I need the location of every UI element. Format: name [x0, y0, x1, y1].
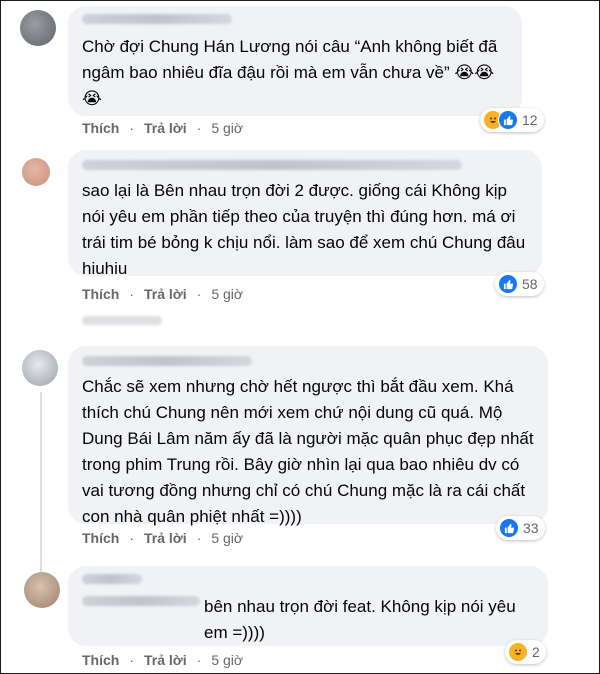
like-button[interactable]: Thích: [82, 120, 119, 136]
reaction-summary[interactable]: 12: [480, 108, 544, 132]
comment-text: Chắc sẽ xem nhưng chờ hết ngược thì bắt …: [82, 377, 534, 526]
comment-actions: Thích · Trả lời · 5 giờ: [82, 652, 243, 668]
author-name-blurred[interactable]: [82, 574, 142, 584]
comment-text: sao lại là Bên nhau trọn đời 2 được. giố…: [82, 181, 526, 278]
tagged-name-blurred[interactable]: [82, 596, 200, 606]
reaction-summary[interactable]: 58: [495, 272, 544, 296]
separator-dot: ·: [196, 530, 202, 546]
avatar[interactable]: [22, 350, 58, 386]
avatar[interactable]: [20, 10, 56, 46]
avatar[interactable]: [22, 158, 50, 186]
reaction-count: 2: [532, 644, 540, 660]
timestamp[interactable]: 5 giờ: [211, 530, 243, 546]
author-name-blurred[interactable]: [82, 160, 462, 170]
separator-dot: ·: [196, 120, 202, 136]
reply-button[interactable]: Trả lời: [144, 652, 187, 668]
comment-actions: Thích · Trả lời · 5 giờ: [82, 286, 243, 302]
comment-bubble: bên nhau trọn đời feat. Không kịp nói yê…: [68, 566, 548, 646]
haha-icon: [508, 642, 528, 662]
like-icon: [498, 110, 518, 130]
reaction-summary[interactable]: 2: [505, 640, 546, 664]
comment-bubble: Chờ đợi Chung Hán Lương nói câu “Anh khô…: [68, 6, 522, 116]
like-button[interactable]: Thích: [82, 652, 119, 668]
reaction-summary[interactable]: 33: [496, 516, 545, 540]
separator-dot: ·: [196, 286, 202, 302]
reaction-count: 33: [523, 520, 539, 536]
reply-button[interactable]: Trả lời: [144, 120, 187, 136]
avatar[interactable]: [24, 572, 60, 608]
reply-button[interactable]: Trả lời: [144, 530, 187, 546]
reaction-count: 58: [522, 276, 538, 292]
separator-dot: ·: [129, 652, 135, 668]
separator-dot: ·: [129, 286, 135, 302]
like-icon: [499, 518, 519, 538]
timestamp[interactable]: 5 giờ: [211, 120, 243, 136]
comment-bubble: Chắc sẽ xem nhưng chờ hết ngược thì bắt …: [68, 346, 548, 526]
reply-button[interactable]: Trả lời: [144, 286, 187, 302]
comment-text: Chờ đợi Chung Hán Lương nói câu “Anh khô…: [82, 37, 498, 108]
like-button[interactable]: Thích: [82, 286, 119, 302]
separator-dot: ·: [129, 530, 135, 546]
thread-line: [40, 392, 42, 572]
comment-text: bên nhau trọn đời feat. Không kịp nói yê…: [204, 597, 516, 642]
separator-dot: ·: [196, 652, 202, 668]
timestamp[interactable]: 5 giờ: [211, 652, 243, 668]
separator-dot: ·: [129, 120, 135, 136]
comment-bubble: sao lại là Bên nhau trọn đời 2 được. giố…: [68, 150, 542, 278]
reaction-count: 12: [522, 112, 538, 128]
like-icon: [498, 274, 518, 294]
timestamp[interactable]: 5 giờ: [211, 286, 243, 302]
comment-actions: Thích · Trả lời · 5 giờ: [82, 530, 243, 546]
author-name-blurred[interactable]: [82, 14, 232, 24]
blurred-reply-preview: [82, 316, 162, 325]
comment-actions: Thích · Trả lời · 5 giờ: [82, 120, 243, 136]
author-name-blurred[interactable]: [82, 356, 252, 366]
like-button[interactable]: Thích: [82, 530, 119, 546]
